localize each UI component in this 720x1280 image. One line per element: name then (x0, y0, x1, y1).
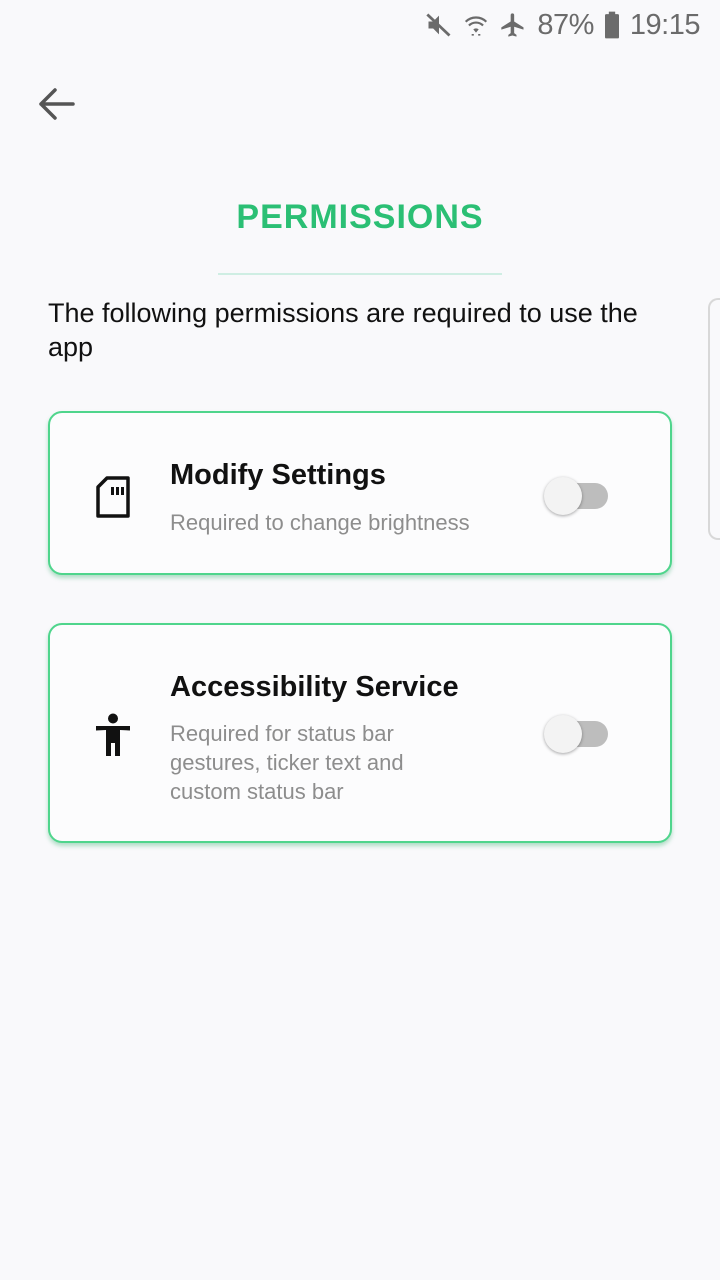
permission-title: Accessibility Service (170, 671, 459, 703)
accessibility-icon (96, 713, 130, 756)
accessibility-service-toggle[interactable] (544, 713, 610, 753)
status-bar: 87% 19:15 (0, 0, 720, 50)
wifi-icon (465, 16, 488, 36)
intro-text: The following permissions are required t… (48, 298, 638, 362)
arrow-left-icon (39, 88, 75, 120)
page-title: PERMISSIONS (236, 198, 484, 236)
permission-title: Modify Settings (170, 459, 386, 491)
permission-card-accessibility-service[interactable]: Accessibility Service Required for statu… (48, 623, 672, 843)
mute-icon (426, 13, 451, 37)
title-divider (218, 273, 502, 275)
toggle-thumb (544, 477, 582, 515)
back-button[interactable] (30, 80, 82, 128)
battery-icon (604, 11, 619, 39)
toggle-thumb (544, 715, 582, 753)
edge-handle (708, 298, 720, 540)
permission-card-modify-settings[interactable]: Modify Settings Required to change brigh… (48, 411, 672, 575)
permissions-screen: 87% 19:15 PERMISSIONS The following perm… (0, 0, 720, 1280)
airplane-icon (501, 13, 524, 37)
permission-description: Required for status bar gestures, ticker… (170, 721, 404, 804)
clock: 19:15 (629, 8, 701, 41)
battery-percent: 87% (537, 8, 594, 41)
permission-description: Required to change brightness (170, 510, 470, 535)
modify-settings-toggle[interactable] (544, 475, 610, 515)
sd-card-icon (96, 476, 130, 518)
